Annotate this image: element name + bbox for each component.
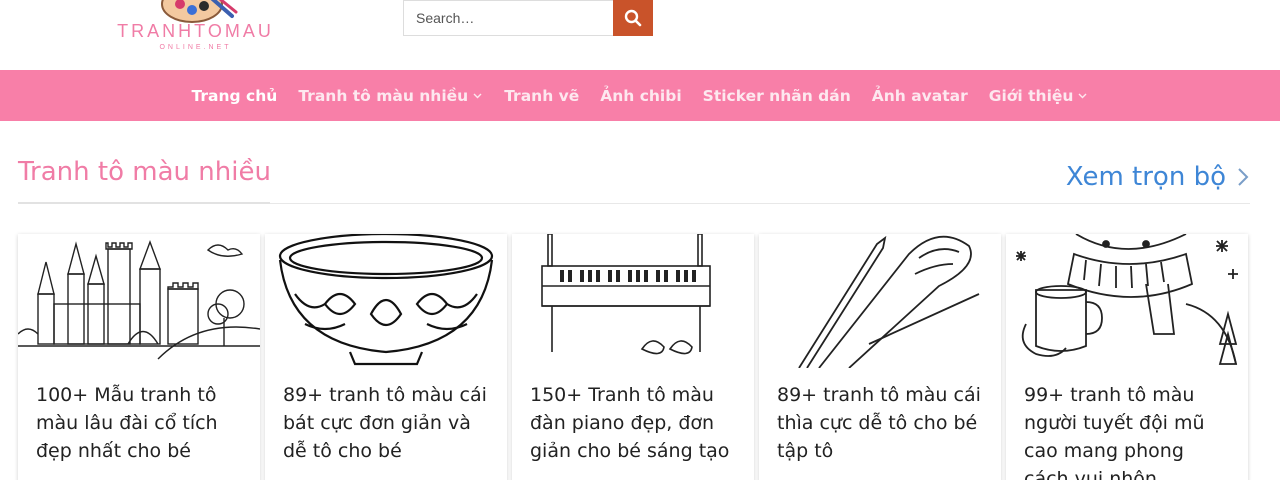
snowman-coloring-image — [1006, 234, 1248, 368]
nav-item-anh-chibi[interactable]: Ảnh chibi — [600, 87, 681, 105]
spoon-coloring-image — [759, 234, 1001, 368]
chevron-down-icon — [1077, 90, 1088, 101]
chevron-right-icon — [1236, 166, 1250, 188]
post-card[interactable]: 150+ Tranh tô màu đàn piano đẹp, đơn giả… — [512, 234, 754, 480]
post-card-title: 150+ Tranh tô màu đàn piano đẹp, đơn giả… — [530, 384, 730, 462]
view-all-label: Xem trọn bộ — [1065, 162, 1226, 192]
section-title: Tranh tô màu nhiều — [18, 157, 271, 187]
castle-coloring-image — [18, 234, 260, 368]
nav-item-label: Tranh tô màu nhiều — [298, 86, 469, 105]
nav-item-label: Giới thiệu — [988, 86, 1074, 105]
post-grid: 100+ Mẫu tranh tô màu lâu đài cổ tích đẹ… — [18, 234, 1248, 480]
view-all-link[interactable]: Xem trọn bộ — [1066, 162, 1250, 192]
chevron-down-icon — [472, 90, 483, 101]
logo-subtitle: ONLINE.NET — [159, 44, 232, 51]
post-card-title: 100+ Mẫu tranh tô màu lâu đài cổ tích đẹ… — [36, 384, 218, 462]
post-card[interactable]: 100+ Mẫu tranh tô màu lâu đài cổ tích đẹ… — [18, 234, 260, 480]
nav-item-anh-avatar[interactable]: Ảnh avatar — [872, 87, 968, 105]
nav-item-label: Tranh vẽ — [504, 86, 580, 105]
nav-item-label: Trang chủ — [191, 86, 278, 105]
main-nav: Trang chủ Tranh tô màu nhiều Tranh vẽ Ản… — [0, 70, 1280, 121]
post-card[interactable]: 89+ tranh tô màu cái thìa cực dễ tô cho … — [759, 234, 1001, 480]
site-header: TRANHTOMAU ONLINE.NET — [0, 0, 1280, 70]
nav-item-gioi-thieu[interactable]: Giới thiệu — [989, 87, 1089, 105]
search-input[interactable] — [403, 0, 613, 36]
search-button[interactable] — [613, 0, 653, 36]
post-card-title: 89+ tranh tô màu cái thìa cực dễ tô cho … — [777, 384, 981, 462]
post-card-title: 89+ tranh tô màu cái bát cực đơn giản và… — [283, 384, 487, 462]
bowl-coloring-image — [265, 234, 507, 368]
search-form — [403, 0, 653, 36]
piano-coloring-image — [512, 234, 754, 368]
logo-wordmark: TRANHTOMAU — [117, 21, 274, 41]
post-card[interactable]: 99+ tranh tô màu người tuyết đội mũ cao … — [1006, 234, 1248, 480]
search-icon — [624, 9, 642, 27]
nav-item-label: Sticker nhãn dán — [702, 86, 851, 105]
nav-item-tranh-ve[interactable]: Tranh vẽ — [504, 87, 579, 105]
nav-item-trang-chu[interactable]: Trang chủ — [192, 87, 278, 105]
nav-item-sticker-nhan-dan[interactable]: Sticker nhãn dán — [703, 87, 851, 105]
post-card[interactable]: 89+ tranh tô màu cái bát cực đơn giản và… — [265, 234, 507, 480]
nav-item-label: Ảnh avatar — [871, 86, 968, 105]
site-logo[interactable]: TRANHTOMAU ONLINE.NET — [108, 0, 283, 66]
nav-item-label: Ảnh chibi — [600, 86, 682, 105]
nav-item-tranh-to-mau-nhieu[interactable]: Tranh tô màu nhiều — [298, 87, 483, 105]
post-card-title: 99+ tranh tô màu người tuyết đội mũ cao … — [1024, 384, 1205, 480]
section-title-underline — [18, 202, 270, 204]
